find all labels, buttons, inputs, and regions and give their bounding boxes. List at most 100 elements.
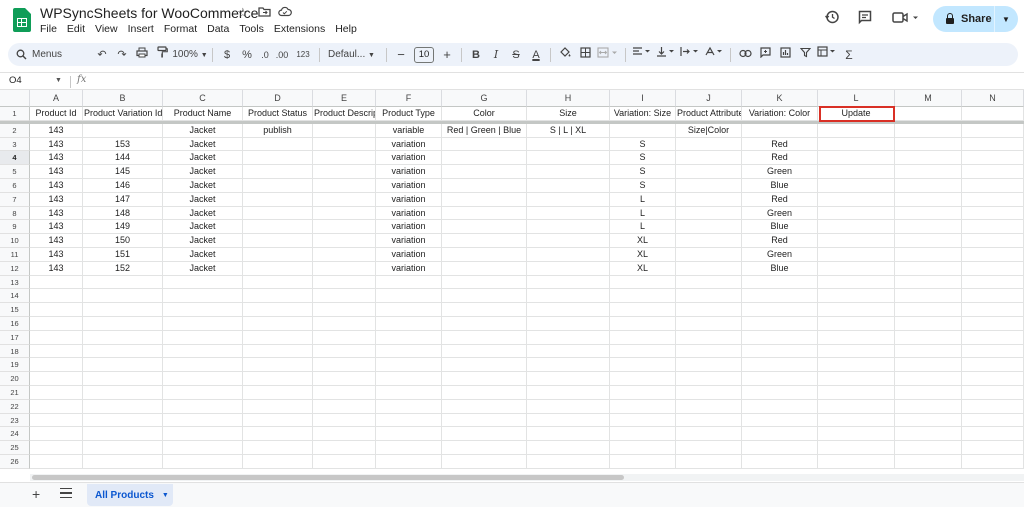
table-cell[interactable]: 143 — [30, 234, 83, 248]
table-cell[interactable] — [527, 413, 610, 428]
table-cell[interactable]: Red — [742, 192, 818, 207]
table-cell[interactable] — [30, 441, 83, 455]
table-cell[interactable]: Blue — [742, 179, 818, 193]
table-cell[interactable] — [742, 455, 818, 469]
font-size-input[interactable]: 10 — [414, 46, 434, 63]
table-cell[interactable] — [83, 303, 163, 317]
table-cell[interactable] — [313, 317, 376, 331]
table-cell[interactable] — [243, 386, 313, 400]
table-cell[interactable] — [962, 192, 1024, 207]
table-cell[interactable]: S | L | XL — [527, 123, 610, 138]
filter-icon[interactable] — [795, 45, 815, 65]
row-header[interactable]: 24 — [0, 427, 30, 442]
table-cell[interactable] — [742, 399, 818, 414]
menu-tools[interactable]: Tools — [239, 23, 264, 37]
table-cell[interactable] — [818, 455, 895, 469]
table-cell[interactable] — [243, 413, 313, 428]
table-cell[interactable]: 146 — [83, 179, 163, 193]
table-cell[interactable] — [376, 399, 442, 414]
column-header-e[interactable]: E — [313, 90, 376, 107]
table-cell[interactable] — [313, 234, 376, 248]
table-cell[interactable] — [442, 137, 527, 152]
table-cell[interactable] — [163, 358, 243, 373]
menu-extensions[interactable]: Extensions — [274, 23, 325, 37]
table-cell[interactable] — [376, 317, 442, 331]
table-cell[interactable] — [818, 151, 895, 166]
row-header[interactable]: 7 — [0, 192, 30, 207]
table-cell[interactable] — [962, 317, 1024, 331]
table-cell[interactable] — [818, 165, 895, 179]
table-cell[interactable] — [962, 151, 1024, 166]
table-cell[interactable] — [376, 372, 442, 386]
number-format-button[interactable]: 123 — [291, 45, 315, 65]
table-cell[interactable] — [527, 372, 610, 386]
table-cell[interactable] — [962, 275, 1024, 290]
row-header[interactable]: 6 — [0, 179, 30, 193]
table-cell[interactable] — [676, 317, 742, 331]
table-cell[interactable] — [676, 192, 742, 207]
table-cell[interactable] — [818, 289, 895, 304]
table-cell[interactable] — [527, 165, 610, 179]
row-header[interactable]: 9 — [0, 220, 30, 235]
decrease-font-size-button[interactable]: − — [391, 45, 411, 65]
table-cell[interactable] — [527, 275, 610, 290]
table-cell[interactable] — [313, 303, 376, 317]
column-header-g[interactable]: G — [442, 90, 527, 107]
table-cell[interactable] — [610, 455, 676, 469]
header-cell[interactable]: Variation: Color — [742, 107, 818, 121]
header-cell[interactable]: Product Type — [376, 107, 442, 121]
currency-format-button[interactable]: $ — [217, 45, 237, 65]
table-cell[interactable] — [83, 455, 163, 469]
table-cell[interactable] — [30, 344, 83, 359]
paint-format-icon[interactable] — [152, 45, 172, 65]
table-cell[interactable] — [313, 192, 376, 207]
table-cell[interactable]: Green — [742, 165, 818, 179]
table-cell[interactable] — [376, 413, 442, 428]
align-icon[interactable] — [630, 45, 654, 65]
row-header[interactable]: 25 — [0, 441, 30, 455]
table-cell[interactable] — [610, 372, 676, 386]
table-cell[interactable] — [742, 386, 818, 400]
table-cell[interactable] — [30, 303, 83, 317]
table-cell[interactable] — [527, 261, 610, 276]
table-cell[interactable] — [610, 358, 676, 373]
table-cell[interactable] — [742, 330, 818, 345]
table-cell[interactable] — [527, 192, 610, 207]
header-cell[interactable]: Product Name — [163, 107, 243, 121]
table-cell[interactable] — [243, 455, 313, 469]
table-cell[interactable]: 143 — [30, 123, 83, 138]
header-cell[interactable]: Variation: Size — [610, 107, 676, 121]
table-cell[interactable] — [243, 399, 313, 414]
menu-view[interactable]: View — [95, 23, 118, 37]
bold-icon[interactable]: B — [466, 45, 486, 65]
table-cell[interactable] — [962, 179, 1024, 193]
table-cell[interactable] — [676, 248, 742, 262]
table-cell[interactable] — [243, 165, 313, 179]
table-cell[interactable] — [676, 303, 742, 317]
table-cell[interactable] — [895, 358, 962, 373]
header-cell[interactable] — [895, 107, 962, 121]
table-cell[interactable] — [676, 441, 742, 455]
table-cell[interactable] — [442, 427, 527, 442]
table-cell[interactable] — [962, 123, 1024, 138]
table-cell[interactable] — [442, 179, 527, 193]
table-cell[interactable] — [610, 399, 676, 414]
table-cell[interactable]: variation — [376, 234, 442, 248]
table-cell[interactable]: Red — [742, 151, 818, 166]
table-cell[interactable] — [313, 399, 376, 414]
table-cell[interactable] — [527, 137, 610, 152]
table-cell[interactable] — [30, 399, 83, 414]
table-cell[interactable]: 150 — [83, 234, 163, 248]
table-cell[interactable] — [676, 413, 742, 428]
table-cell[interactable]: Red — [742, 234, 818, 248]
table-cell[interactable]: Blue — [742, 261, 818, 276]
chart-icon[interactable] — [775, 45, 795, 65]
share-button[interactable]: Share ▼ — [933, 6, 1018, 32]
table-cell[interactable]: variation — [376, 179, 442, 193]
table-cell[interactable]: Jacket — [163, 261, 243, 276]
row-header[interactable]: 8 — [0, 206, 30, 221]
table-cell[interactable] — [313, 137, 376, 152]
table-cell[interactable] — [30, 413, 83, 428]
column-header-f[interactable]: F — [376, 90, 442, 107]
table-cell[interactable]: variation — [376, 220, 442, 235]
